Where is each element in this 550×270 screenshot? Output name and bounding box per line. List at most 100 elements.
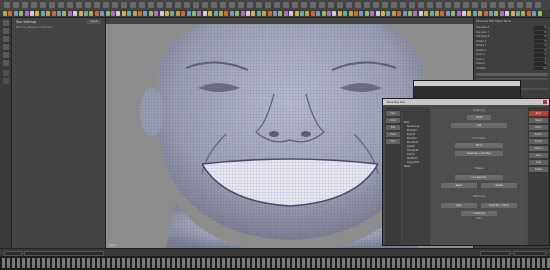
tree-item[interactable]: EyeCtrl xyxy=(407,133,415,136)
shelf-tool-icon[interactable] xyxy=(402,11,407,16)
shelf-tool-icon[interactable] xyxy=(197,11,202,16)
shelf-tool-icon[interactable] xyxy=(467,11,472,16)
timeline-frame-tick[interactable] xyxy=(532,258,535,268)
tree-item[interactable]: LipCtrl xyxy=(407,153,414,156)
shelf-tool-icon[interactable] xyxy=(262,11,267,16)
menu-icon[interactable] xyxy=(445,2,451,8)
timeline-frame-tick[interactable] xyxy=(412,258,415,268)
shelf-tool-icon[interactable] xyxy=(202,11,207,16)
timeline-frame-tick[interactable] xyxy=(347,258,350,268)
tree-item[interactable]: MouthCtrl xyxy=(407,141,418,144)
timeline-frame-tick[interactable] xyxy=(277,258,280,268)
shelf-tool-icon[interactable] xyxy=(440,11,445,16)
action-button[interactable]: Update xyxy=(481,183,517,188)
timeline-frame-tick[interactable] xyxy=(32,258,35,268)
shelf-tool-icon[interactable] xyxy=(424,11,429,16)
timeline-frame-tick[interactable] xyxy=(82,258,85,268)
shelf-tool-icon[interactable] xyxy=(391,11,396,16)
paint-tool-icon[interactable] xyxy=(3,36,9,42)
menu-icon[interactable] xyxy=(220,2,226,8)
timeline-frame-tick[interactable] xyxy=(282,258,285,268)
channel-value-field[interactable]: 1 xyxy=(534,53,546,57)
shelf-tool-icon[interactable] xyxy=(224,11,229,16)
end-frame-field[interactable] xyxy=(514,250,546,256)
menu-icon[interactable] xyxy=(454,2,460,8)
menu-icon[interactable] xyxy=(373,2,379,8)
timeline-frame-tick[interactable] xyxy=(332,258,335,268)
timeline-frame-tick[interactable] xyxy=(322,258,325,268)
timeline-frame-tick[interactable] xyxy=(422,258,425,268)
timeline-frame-tick[interactable] xyxy=(67,258,70,268)
right-tool-button[interactable]: Save xyxy=(529,153,548,158)
timeline-frame-tick[interactable] xyxy=(477,258,480,268)
timeline-frame-tick[interactable] xyxy=(407,258,410,268)
shelf-tool-icon[interactable] xyxy=(181,11,186,16)
right-tool-button[interactable]: Delete xyxy=(529,167,548,172)
shelf-tool-icon[interactable] xyxy=(51,11,56,16)
timeline-frame-tick[interactable] xyxy=(467,258,470,268)
shelf-tool-icon[interactable] xyxy=(364,11,369,16)
shelf-tool-icon[interactable] xyxy=(462,11,466,16)
shelf-tool-icon[interactable] xyxy=(170,11,175,16)
timeline-frame-tick[interactable] xyxy=(252,258,255,268)
side-tab-button[interactable]: Body xyxy=(386,118,400,123)
shelf-tool-icon[interactable] xyxy=(494,11,499,16)
timeline-frame-tick[interactable] xyxy=(297,258,300,268)
timeline-frame-tick[interactable] xyxy=(102,258,105,268)
shelf-tool-icon[interactable] xyxy=(8,11,13,16)
shelf-tool-icon[interactable] xyxy=(13,11,18,16)
timeline-frame-tick[interactable] xyxy=(237,258,240,268)
timeline-frame-tick[interactable] xyxy=(432,258,435,268)
shelf-tool-icon[interactable] xyxy=(208,11,213,16)
shelf-tool-icon[interactable] xyxy=(289,11,294,16)
shelf-tool-icon[interactable] xyxy=(418,11,423,16)
menu-icon[interactable] xyxy=(184,2,190,8)
menu-icon[interactable] xyxy=(85,2,91,8)
menu-icon[interactable] xyxy=(31,2,37,8)
side-tab-button[interactable]: Edit xyxy=(386,125,400,130)
timeline-frame-tick[interactable] xyxy=(207,258,210,268)
tree-item[interactable]: NoseCtrl xyxy=(407,137,417,140)
shelf-tool-icon[interactable] xyxy=(89,11,94,16)
menu-icon[interactable] xyxy=(13,2,19,8)
shelf-tool-icon[interactable] xyxy=(175,11,180,16)
timeline-frame-tick[interactable] xyxy=(172,258,175,268)
right-tool-button[interactable]: Options xyxy=(529,146,548,151)
timeline-frame-tick[interactable] xyxy=(62,258,65,268)
timeline-frame-tick[interactable] xyxy=(217,258,220,268)
timeline-frame-tick[interactable] xyxy=(437,258,440,268)
shelf-tool-icon[interactable] xyxy=(159,11,164,16)
right-tool-button[interactable]: Load xyxy=(529,160,548,165)
shelf-tool-icon[interactable] xyxy=(370,11,375,16)
menu-icon[interactable] xyxy=(409,2,415,8)
shelf-tool-icon[interactable] xyxy=(251,11,256,16)
shelf-tool-icon[interactable] xyxy=(40,11,45,16)
timeline-frame-tick[interactable] xyxy=(177,258,180,268)
timeline-frame-tick[interactable] xyxy=(187,258,190,268)
timeline-frame-tick[interactable] xyxy=(52,258,55,268)
shelf-tool-icon[interactable] xyxy=(451,11,456,16)
move-tool-icon[interactable] xyxy=(3,44,9,50)
shelf-tool-icon[interactable] xyxy=(46,11,51,16)
shelf-tool-icon[interactable] xyxy=(294,11,299,16)
start-frame-field[interactable] xyxy=(4,250,22,256)
timeline-frame-tick[interactable] xyxy=(137,258,140,268)
shelf-tool-icon[interactable] xyxy=(332,11,337,16)
range-slider[interactable] xyxy=(24,250,104,256)
timeline-frame-tick[interactable] xyxy=(417,258,420,268)
menu-icon[interactable] xyxy=(526,2,532,8)
shelf-tool-icon[interactable] xyxy=(510,11,515,16)
menu-icon[interactable] xyxy=(382,2,388,8)
action-button[interactable]: Build xyxy=(467,115,491,120)
lasso-tool-icon[interactable] xyxy=(3,28,9,34)
timeline-frame-tick[interactable] xyxy=(392,258,395,268)
timeline-frame-tick[interactable] xyxy=(292,258,295,268)
shelf-tool-icon[interactable] xyxy=(413,11,418,16)
channel-row[interactable]: Scale Y 1 xyxy=(476,57,548,62)
timeline-frame-tick[interactable] xyxy=(427,258,430,268)
timeline-frame-tick[interactable] xyxy=(397,258,400,268)
tree-item[interactable]: FaceGroup xyxy=(407,125,419,128)
timeline-frame-tick[interactable] xyxy=(222,258,225,268)
shelf-tool-icon[interactable] xyxy=(30,11,34,16)
menu-icon[interactable] xyxy=(283,2,289,8)
